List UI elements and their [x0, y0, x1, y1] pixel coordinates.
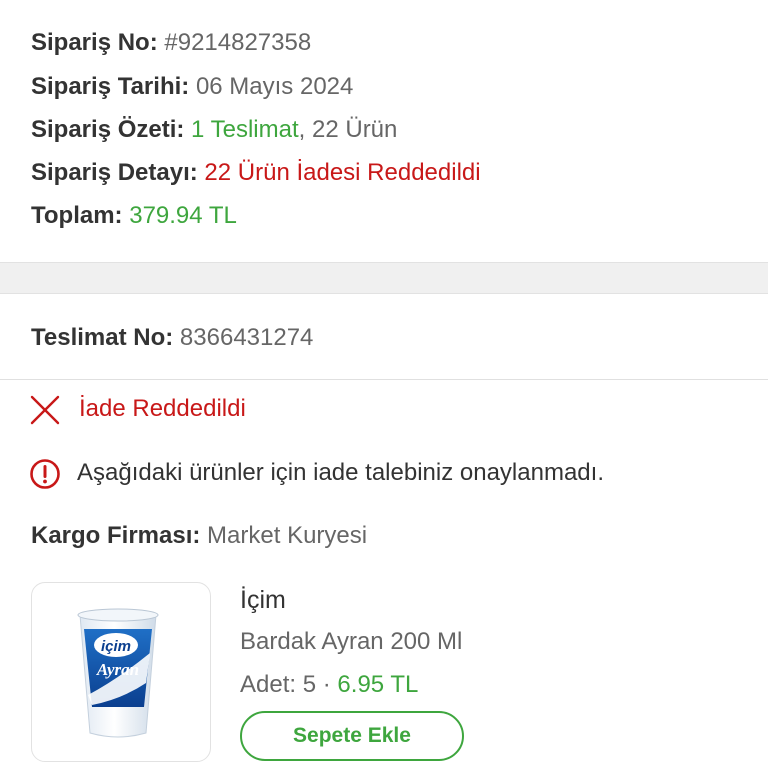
order-detail-row: Sipariş Detayı: 22 Ürün İadesi Reddedild…	[31, 158, 481, 188]
order-summary-row: Sipariş Özeti: 1 Teslimat, 22 Ürün	[31, 115, 397, 145]
add-to-cart-button[interactable]: Sepete Ekle	[240, 711, 464, 761]
return-warning-text: Aşağıdaki ürünler için iade talebiniz on…	[77, 459, 604, 486]
product-name: Bardak Ayran 200 Ml	[240, 628, 463, 655]
order-date-label: Sipariş Tarihi:	[31, 73, 190, 100]
order-no-row: Sipariş No: #9214827358	[31, 28, 311, 58]
order-summary-label: Sipariş Özeti:	[31, 116, 185, 143]
product-brand: İçim	[240, 586, 286, 614]
close-x-icon	[30, 395, 60, 425]
order-total-value: 379.94 TL	[129, 202, 237, 229]
order-total-row: Toplam: 379.94 TL	[31, 201, 237, 231]
delivery-divider	[0, 379, 768, 380]
info-circle-icon	[30, 459, 60, 489]
delivery-no-label: Teslimat No:	[31, 324, 174, 351]
order-date-row: Sipariş Tarihi: 06 Mayıs 2024	[31, 72, 353, 102]
delivery-no-value: 8366431274	[179, 324, 314, 351]
delivery-no-row: Teslimat No: 8366431274	[31, 323, 313, 353]
order-summary-items: 22 Ürün	[305, 116, 398, 143]
order-detail-value: 22 Ürün İadesi Reddedildi	[204, 159, 481, 186]
qty-label: Adet:	[240, 671, 297, 698]
return-status-text: İade Reddedildi	[79, 395, 246, 422]
ayran-cup-image: içim Ayran	[77, 608, 159, 738]
cargo-label: Kargo Firması:	[31, 522, 201, 549]
order-no-label: Sipariş No:	[31, 29, 158, 56]
image-script-text: Ayran	[96, 660, 139, 679]
product-price: 6.95 TL	[337, 671, 419, 698]
cargo-row: Kargo Firması: Market Kuryesi	[31, 521, 367, 551]
image-logo-text: içim	[101, 638, 131, 655]
order-no-value: #9214827358	[164, 29, 312, 56]
order-detail-label: Sipariş Detayı:	[31, 159, 198, 186]
order-summary-card: Sipariş No: #9214827358 Sipariş Tarihi: …	[0, 0, 768, 263]
order-total-label: Toplam:	[31, 202, 123, 229]
order-summary-delivery[interactable]: 1 Teslimat	[191, 116, 299, 143]
product-qty-row: Adet: 5 · 6.95 TL	[240, 670, 418, 700]
qty-dot: ·	[322, 671, 331, 698]
section-gap	[0, 263, 768, 294]
order-date-value: 06 Mayıs 2024	[195, 73, 354, 100]
cargo-value: Market Kuryesi	[207, 522, 368, 549]
product-image[interactable]: içim Ayran	[31, 582, 211, 762]
qty-value: 5	[302, 671, 317, 698]
